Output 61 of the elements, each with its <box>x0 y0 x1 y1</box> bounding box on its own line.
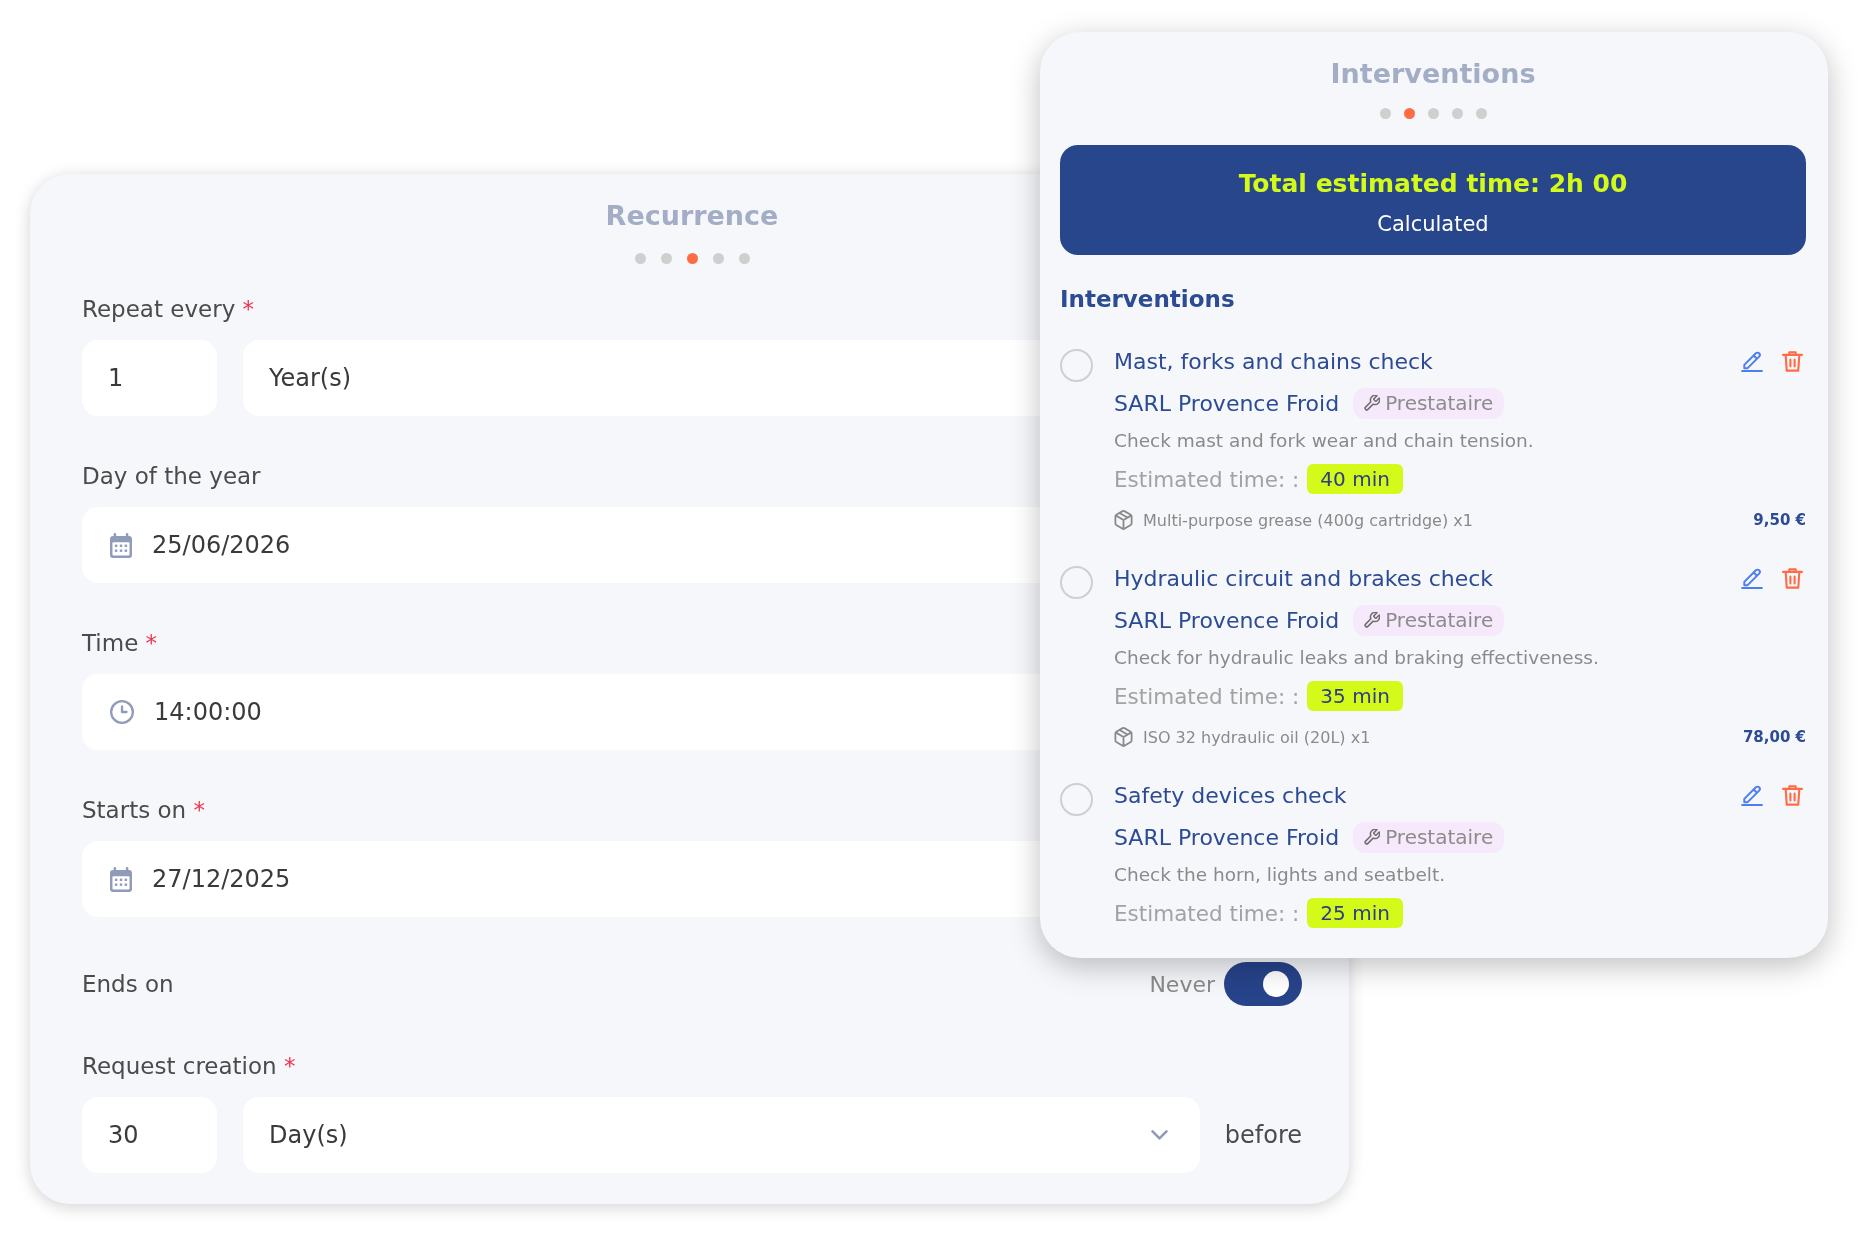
trash-icon[interactable] <box>1782 568 1803 590</box>
field-label: Request creation * <box>82 1052 296 1081</box>
radio-button[interactable] <box>1060 783 1093 816</box>
field-label: Day of the year <box>82 462 261 491</box>
unit-suffix: before <box>1224 1121 1302 1149</box>
part-price: 78,00 € <box>1742 728 1806 746</box>
duration-tag: 35 min <box>1307 681 1403 711</box>
select-field[interactable]: Year(s) <box>243 340 1040 416</box>
estimate-label: Estimated time: : <box>1114 466 1300 492</box>
edit-icon[interactable] <box>1741 568 1763 590</box>
wrench-icon <box>1364 395 1381 411</box>
part-name: Multi-purpose grease (400g cartridge) x1 <box>1143 510 1473 530</box>
provider-name: SARL Provence Froid <box>1114 824 1340 850</box>
estimate-label: Estimated time: : <box>1114 683 1300 709</box>
chevron-down-icon <box>1150 1130 1168 1140</box>
intervention-description: Check the horn, lights and seatbelt. <box>1114 863 1446 887</box>
wrench-icon <box>1364 612 1381 628</box>
tag-label: Prestataire <box>1385 391 1494 415</box>
number-field[interactable]: 1 <box>82 340 217 416</box>
section-heading: Interventions <box>1060 285 1235 314</box>
intervention-description: Check mast and fork wear and chain tension. <box>1114 429 1534 453</box>
radio-button[interactable] <box>1060 566 1093 599</box>
date-field[interactable]: 25/06/2026 <box>82 507 1040 583</box>
tag-label: Prestataire <box>1385 608 1494 632</box>
part-price: 9,50 € <box>1753 511 1806 529</box>
edit-icon[interactable] <box>1741 351 1763 373</box>
field-label: Repeat every * <box>82 295 255 324</box>
number-field[interactable]: 30 <box>82 1097 217 1173</box>
part-name: ISO 32 hydraulic oil (20L) x1 <box>1143 727 1371 747</box>
toggle-switch[interactable] <box>1224 962 1302 1006</box>
time-field[interactable]: 14:00:00 <box>82 674 1040 750</box>
date-field[interactable]: 27/12/2025 <box>82 841 1040 917</box>
calculated-note: Calculated <box>1377 211 1489 238</box>
calendar-icon <box>110 532 132 558</box>
wrench-icon <box>1364 829 1381 845</box>
provider-name: SARL Provence Froid <box>1114 607 1340 633</box>
intervention-description: Check for hydraulic leaks and braking effectiveness. <box>1114 646 1599 670</box>
total-time-text: Total estimated time: 2h 00 <box>1238 168 1628 200</box>
calendar-icon <box>110 866 132 892</box>
select-field[interactable]: Day(s) <box>243 1097 1200 1173</box>
trash-icon[interactable] <box>1782 351 1803 373</box>
card-title: Recurrence <box>605 199 779 233</box>
duration-tag: 25 min <box>1307 898 1403 928</box>
intervention-title: Mast, forks and chains check <box>1114 348 1433 376</box>
card-title: Interventions <box>1330 57 1536 91</box>
package-icon <box>1114 727 1133 747</box>
field-label: Time * <box>82 629 158 658</box>
edit-icon[interactable] <box>1741 785 1763 807</box>
intervention-title: Safety devices check <box>1114 782 1347 810</box>
field-label: Starts on * <box>82 796 205 825</box>
toggle-label: Never <box>1149 971 1215 997</box>
intervention-title: Hydraulic circuit and brakes check <box>1114 565 1494 593</box>
provider-name: SARL Provence Froid <box>1114 390 1340 416</box>
estimate-label: Estimated time: : <box>1114 900 1300 926</box>
tag-label: Prestataire <box>1385 825 1494 849</box>
duration-tag: 40 min <box>1307 464 1403 494</box>
clock-icon <box>110 700 134 724</box>
radio-button[interactable] <box>1060 349 1093 382</box>
package-icon <box>1114 510 1133 530</box>
field-label: Ends on <box>82 970 174 999</box>
trash-icon[interactable] <box>1782 785 1803 807</box>
